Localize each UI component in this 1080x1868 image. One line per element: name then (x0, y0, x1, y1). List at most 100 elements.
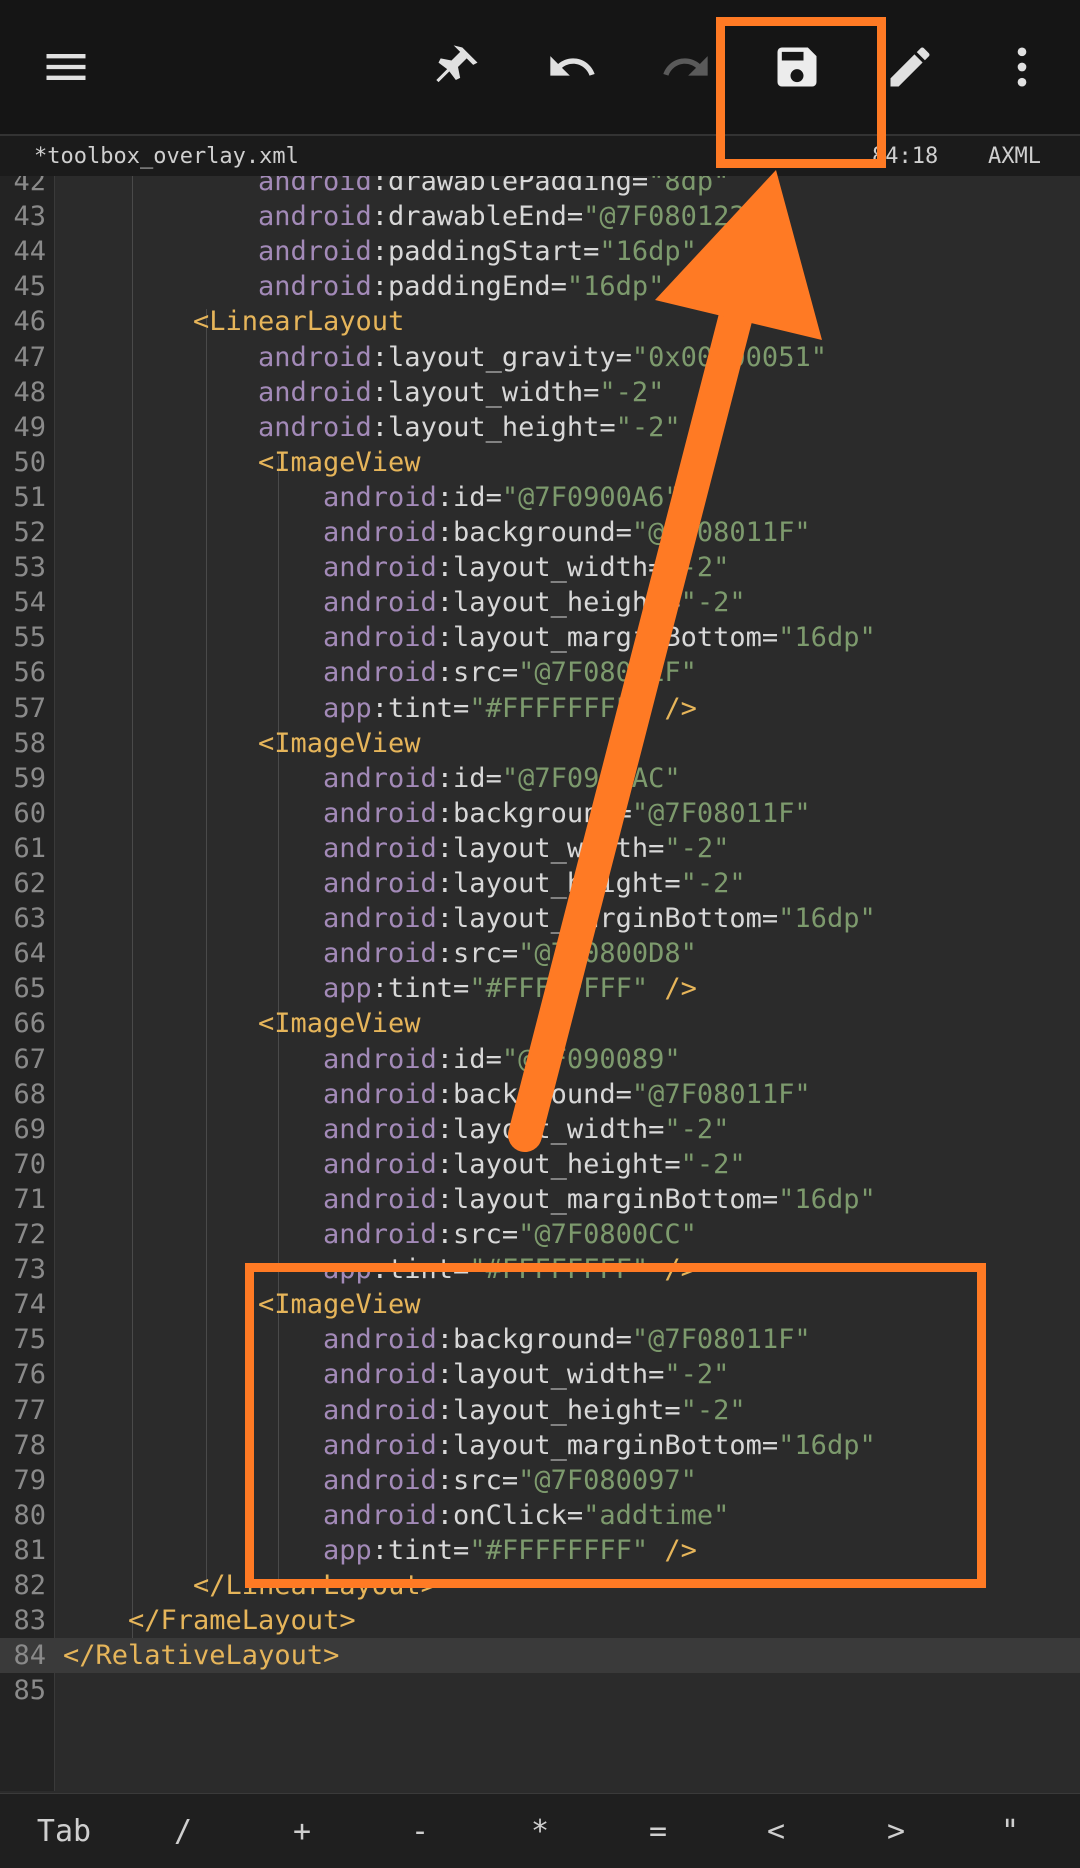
file-info-bar: *toolbox_overlay.xml 84:18 AXML (0, 136, 1080, 176)
code-line[interactable]: 57 app:tint="#FFFFFFFF" /> (0, 691, 1080, 726)
code-line[interactable]: 69 android:layout_width="-2" (0, 1112, 1080, 1147)
pin-icon (436, 45, 478, 83)
code-line[interactable]: 70 android:layout_height="-2" (0, 1147, 1080, 1182)
undo-button[interactable] (532, 27, 612, 107)
code-token-ns: app (323, 973, 372, 1005)
code-line[interactable]: 63 android:layout_marginBottom="16dp" (0, 901, 1080, 936)
code-line[interactable]: 51 android:id="@7F0900A6" (0, 480, 1080, 515)
code-line[interactable]: 84 </RelativeLayout> (0, 1638, 1080, 1674)
redo-button[interactable] (646, 27, 726, 107)
line-number: 84 (13, 1640, 46, 1672)
code-token-attr: :layout_height= (436, 868, 681, 899)
code-line[interactable]: 50 <ImageView (0, 445, 1080, 480)
menu-button[interactable] (26, 27, 106, 107)
symbol-key[interactable]: < (726, 1794, 826, 1868)
symbol-key[interactable]: > (846, 1794, 946, 1868)
code-line[interactable]: 59 android:id="@7F0900AC" (0, 761, 1080, 796)
line-number: 48 (13, 376, 46, 408)
line-number: 46 (13, 306, 46, 338)
line-number: 64 (13, 938, 46, 970)
line-number: 59 (13, 762, 46, 794)
code-token-attr: :layout_height= (371, 411, 616, 443)
code-line[interactable]: 45 android:paddingEnd="16dp" (0, 269, 1080, 304)
line-number: 43 (13, 201, 46, 233)
code-line[interactable]: 47 android:layout_gravity="0x00000051" (0, 340, 1080, 375)
code-line[interactable]: 56 android:src="@7F0800EF" (0, 655, 1080, 690)
symbol-key[interactable]: = (608, 1794, 708, 1868)
line-number: 78 (13, 1429, 46, 1461)
code-token-ns: android (323, 552, 437, 584)
code-line[interactable]: 46 <LinearLayout (0, 304, 1080, 339)
symbol-key[interactable]: + (252, 1794, 352, 1868)
code-token-str: "8dp" (648, 176, 730, 197)
line-number: 50 (13, 446, 46, 478)
code-highlight-box (245, 1263, 986, 1588)
code-token-ns: android (323, 1183, 437, 1215)
line-code: </FrameLayout> (128, 1603, 356, 1638)
code-token-attr: :background= (436, 1078, 632, 1110)
code-line[interactable]: 42 android:drawablePadding="8dp" (0, 176, 1080, 199)
code-line[interactable]: 61 android:layout_width="-2" (0, 831, 1080, 866)
code-line[interactable]: 49 android:layout_height="-2" > (0, 410, 1080, 445)
code-token-str: "@7F08011F" (631, 797, 811, 829)
code-token-str: "16dp" (778, 1183, 876, 1215)
line-code: <ImageView (258, 726, 421, 761)
line-number: 60 (13, 797, 46, 829)
code-line[interactable]: 52 android:background="@7F08011F" (0, 515, 1080, 550)
code-line[interactable]: 48 android:layout_width="-2" (0, 375, 1080, 410)
code-line[interactable]: 67 android:id="@7F090089" (0, 1042, 1080, 1077)
line-code: <ImageView (258, 445, 421, 480)
code-line[interactable]: 64 android:src="@7F0800D8" (0, 936, 1080, 971)
code-line[interactable]: 55 android:layout_marginBottom="16dp" (0, 620, 1080, 655)
symbol-key[interactable]: " (960, 1794, 1060, 1868)
code-line[interactable]: 71 android:layout_marginBottom="16dp" (0, 1182, 1080, 1217)
code-line[interactable]: 85 (0, 1673, 1080, 1708)
code-token-str: "16dp" (566, 271, 665, 303)
code-token-str: "@7F0800CC" (518, 1219, 697, 1250)
code-line[interactable]: 62 android:layout_height="-2" (0, 866, 1080, 901)
code-token-str: "-2" (664, 832, 730, 864)
line-number: 70 (13, 1148, 46, 1180)
more-options-button[interactable] (982, 27, 1062, 107)
code-token-attr: :id= (436, 1043, 502, 1075)
code-token-str: "16dp" (778, 903, 876, 935)
code-token-str: "@7F080122" (583, 201, 762, 233)
code-token-str: "@7F08011F" (631, 517, 811, 548)
code-token-ns: android (258, 236, 372, 268)
line-number: 66 (13, 1008, 46, 1040)
line-number: 83 (13, 1605, 46, 1637)
line-number: 74 (13, 1289, 46, 1321)
code-token-ns: android (323, 903, 437, 935)
symbol-key[interactable]: * (490, 1794, 590, 1868)
code-token-attr: :tint= (371, 692, 470, 724)
code-token-attr: :layout_height= (436, 587, 681, 619)
code-line[interactable]: 54 android:layout_height="-2" (0, 585, 1080, 620)
code-line[interactable]: 68 android:background="@7F08011F" (0, 1077, 1080, 1112)
code-line[interactable]: 58 <ImageView (0, 726, 1080, 761)
symbol-key[interactable]: Tab (14, 1794, 114, 1868)
code-line[interactable]: 72 android:src="@7F0800CC" (0, 1217, 1080, 1252)
line-number: 56 (13, 657, 46, 689)
code-token-str: "#FFFFFFFF" (469, 973, 649, 1005)
symbol-key[interactable]: / (133, 1794, 233, 1868)
code-line[interactable]: 60 android:background="@7F08011F" (0, 796, 1080, 831)
line-code: android:drawableEnd="@7F080122" (258, 199, 762, 234)
line-number: 76 (13, 1359, 46, 1391)
line-code: android:layout_height="-2" > (258, 410, 713, 445)
line-number: 62 (13, 868, 46, 899)
symbol-key[interactable]: - (370, 1794, 470, 1868)
code-token-ns: android (258, 201, 372, 233)
code-token-attr: :layout_marginBottom= (436, 1183, 779, 1215)
code-line[interactable]: 66 <ImageView (0, 1006, 1080, 1041)
line-number: 73 (13, 1254, 46, 1286)
line-code: android:drawablePadding="8dp" (258, 176, 729, 199)
code-line[interactable]: 44 android:paddingStart="16dp" (0, 234, 1080, 269)
code-line[interactable]: 65 app:tint="#FFFFFFFF" /> (0, 971, 1080, 1006)
code-line[interactable]: 43 android:drawableEnd="@7F080122" (0, 199, 1080, 234)
pin-button[interactable] (418, 27, 498, 107)
code-line[interactable]: 53 android:layout_width="-2" (0, 550, 1080, 585)
code-line[interactable]: 83 </FrameLayout> (0, 1603, 1080, 1638)
line-code: android:id="@7F0900AC" (323, 761, 681, 796)
line-code: android:layout_marginBottom="16dp" (323, 620, 876, 655)
line-number: 65 (13, 973, 46, 1005)
